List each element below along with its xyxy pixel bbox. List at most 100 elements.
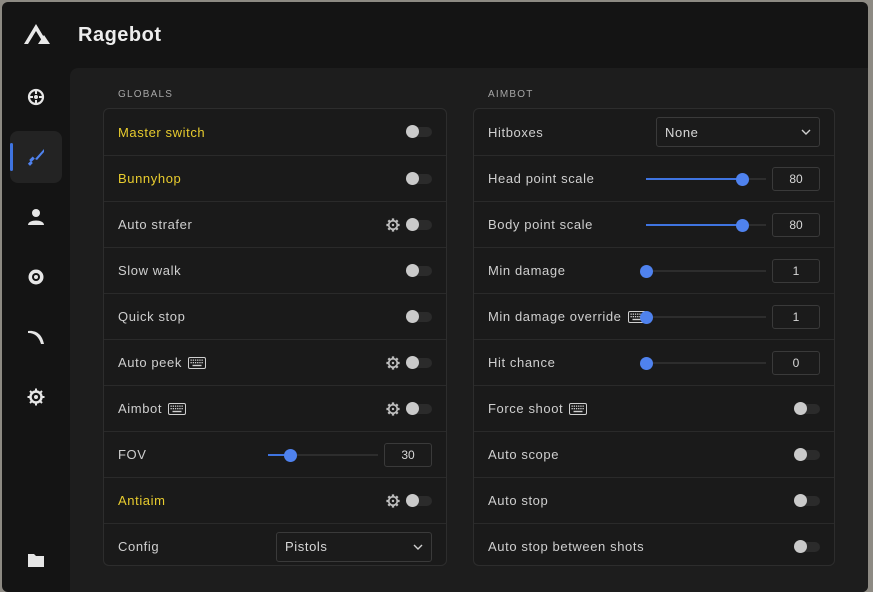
min-damage-override-value-input[interactable]: 1	[772, 304, 820, 329]
toggle-knob	[406, 171, 419, 185]
aimbot-row-force-shoot: Force shoot	[474, 385, 834, 431]
hit-chance-slider-thumb[interactable]	[640, 356, 653, 370]
body-point-scale-value-input[interactable]: 80	[772, 212, 820, 237]
quick-stop-label: Quick stop	[118, 309, 186, 324]
min-damage-slider-thumb[interactable]	[640, 264, 653, 278]
globals-row-auto-peek: Auto peek	[104, 339, 446, 385]
antiaim-toggle[interactable]	[406, 493, 432, 507]
nav-item-settings[interactable]	[10, 371, 62, 423]
page-title: Ragebot	[78, 24, 162, 46]
auto-stop-toggle[interactable]	[794, 493, 820, 507]
head-point-scale-value-input[interactable]: 80	[772, 166, 820, 191]
keyboard-icon[interactable]	[168, 402, 187, 415]
fov-slider[interactable]	[268, 448, 378, 462]
gear-icon[interactable]	[386, 355, 400, 370]
hit-chance-label: Hit chance	[488, 355, 556, 370]
nav-item-user[interactable]	[10, 191, 62, 243]
toggle-knob	[406, 309, 419, 323]
aimbot-row-hit-chance: Hit chance 0	[474, 339, 834, 385]
force-shoot-label: Force shoot	[488, 401, 564, 416]
nav-item-visuals[interactable]	[10, 251, 62, 303]
toggle-knob	[406, 355, 419, 369]
toggle-knob	[406, 217, 419, 231]
head-point-scale-slider-fill	[646, 177, 742, 180]
body-point-scale-slider[interactable]	[646, 218, 766, 232]
swoosh-icon	[28, 330, 44, 344]
force-shoot-toggle[interactable]	[794, 401, 820, 415]
head-point-scale-slider[interactable]	[646, 172, 766, 186]
toggle-knob	[794, 493, 807, 507]
bunnyhop-label: Bunnyhop	[118, 171, 182, 186]
auto-stop-between-shots-toggle[interactable]	[794, 539, 820, 553]
fov-slider-thumb[interactable]	[284, 448, 297, 462]
quick-stop-toggle[interactable]	[406, 309, 432, 323]
globals-panel: Master switch Bunnyhop Auto strafer Slow wa…	[103, 108, 447, 566]
config-select-value: Pistols	[285, 539, 328, 554]
globals-row-auto-strafer: Auto strafer	[104, 201, 446, 247]
keyboard-icon[interactable]	[569, 402, 588, 415]
hitboxes-select[interactable]: None	[656, 117, 820, 147]
toggle-knob	[794, 539, 807, 553]
globals-row-antiaim: Antiaim	[104, 477, 446, 523]
bunnyhop-toggle[interactable]	[406, 171, 432, 185]
keyboard-icon[interactable]	[187, 356, 206, 369]
slow-walk-toggle[interactable]	[406, 263, 432, 277]
crosshair-icon	[27, 88, 45, 106]
aimbot-toggle[interactable]	[406, 401, 432, 415]
gear-icon[interactable]	[386, 493, 400, 508]
min-damage-value-input[interactable]: 1	[772, 258, 820, 283]
fov-label: FOV	[118, 447, 147, 462]
master-switch-label: Master switch	[118, 124, 206, 140]
master-switch-toggle[interactable]	[406, 125, 432, 138]
aimbot-row-min-damage-override: Min damage override 1	[474, 293, 834, 339]
nav-item-configs[interactable]	[10, 534, 62, 586]
hitboxes-label: Hitboxes	[488, 124, 544, 140]
fov-value-input[interactable]: 30	[384, 442, 432, 467]
title-bar: Ragebot	[2, 2, 868, 68]
gear-icon	[27, 388, 45, 406]
chevron-down-icon	[413, 544, 423, 550]
knife-icon	[27, 149, 44, 166]
folder-icon	[28, 554, 44, 567]
globals-row-slow-walk: Slow walk	[104, 247, 446, 293]
min-damage-override-slider-track	[646, 315, 766, 318]
globals-row-master-switch: Master switch	[104, 109, 446, 155]
hit-chance-slider[interactable]	[640, 356, 766, 370]
nav-item-crosshair[interactable]	[10, 71, 62, 123]
min-damage-label: Min damage	[488, 263, 566, 278]
nav-item-ragebot[interactable]	[10, 131, 62, 183]
aimbot-section-label: AIMBOT	[488, 89, 534, 100]
hit-chance-slider-track	[646, 361, 766, 364]
antiaim-label: Antiaim	[118, 493, 166, 508]
auto-peek-label: Auto peek	[118, 355, 182, 370]
body-point-scale-slider-thumb[interactable]	[736, 218, 749, 232]
gear-icon[interactable]	[386, 401, 400, 416]
head-point-scale-label: Head point scale	[488, 171, 595, 186]
toggle-knob	[406, 493, 419, 507]
globals-row-bunnyhop: Bunnyhop	[104, 155, 446, 201]
config-select[interactable]: Pistols	[276, 531, 432, 562]
min-damage-slider[interactable]	[640, 264, 766, 278]
head-point-scale-slider-thumb[interactable]	[736, 172, 749, 186]
toggle-knob	[406, 125, 419, 138]
gear-icon[interactable]	[386, 217, 400, 232]
auto-scope-toggle[interactable]	[794, 447, 820, 461]
auto-peek-toggle[interactable]	[406, 355, 432, 369]
aimbot-row-body-point-scale: Body point scale 80	[474, 201, 834, 247]
eye-icon	[28, 269, 44, 285]
auto-strafer-toggle[interactable]	[406, 217, 432, 231]
min-damage-override-slider[interactable]	[640, 310, 766, 324]
auto-stop-between-shots-label: Auto stop between shots	[488, 539, 645, 554]
toggle-knob	[406, 401, 419, 415]
body-point-scale-slider-fill	[646, 223, 742, 226]
min-damage-override-slider-thumb[interactable]	[640, 310, 653, 324]
toggle-knob	[794, 447, 807, 461]
chevron-down-icon	[801, 129, 811, 135]
toggle-knob	[794, 401, 807, 415]
nav-item-skins[interactable]	[10, 311, 62, 363]
user-icon	[28, 209, 44, 225]
hit-chance-value-input[interactable]: 0	[772, 350, 820, 375]
globals-row-aimbot: Aimbot	[104, 385, 446, 431]
aimbot-row-auto-stop-between-shots: Auto stop between shots	[474, 523, 834, 569]
aimbot-row-head-point-scale: Head point scale 80	[474, 155, 834, 201]
